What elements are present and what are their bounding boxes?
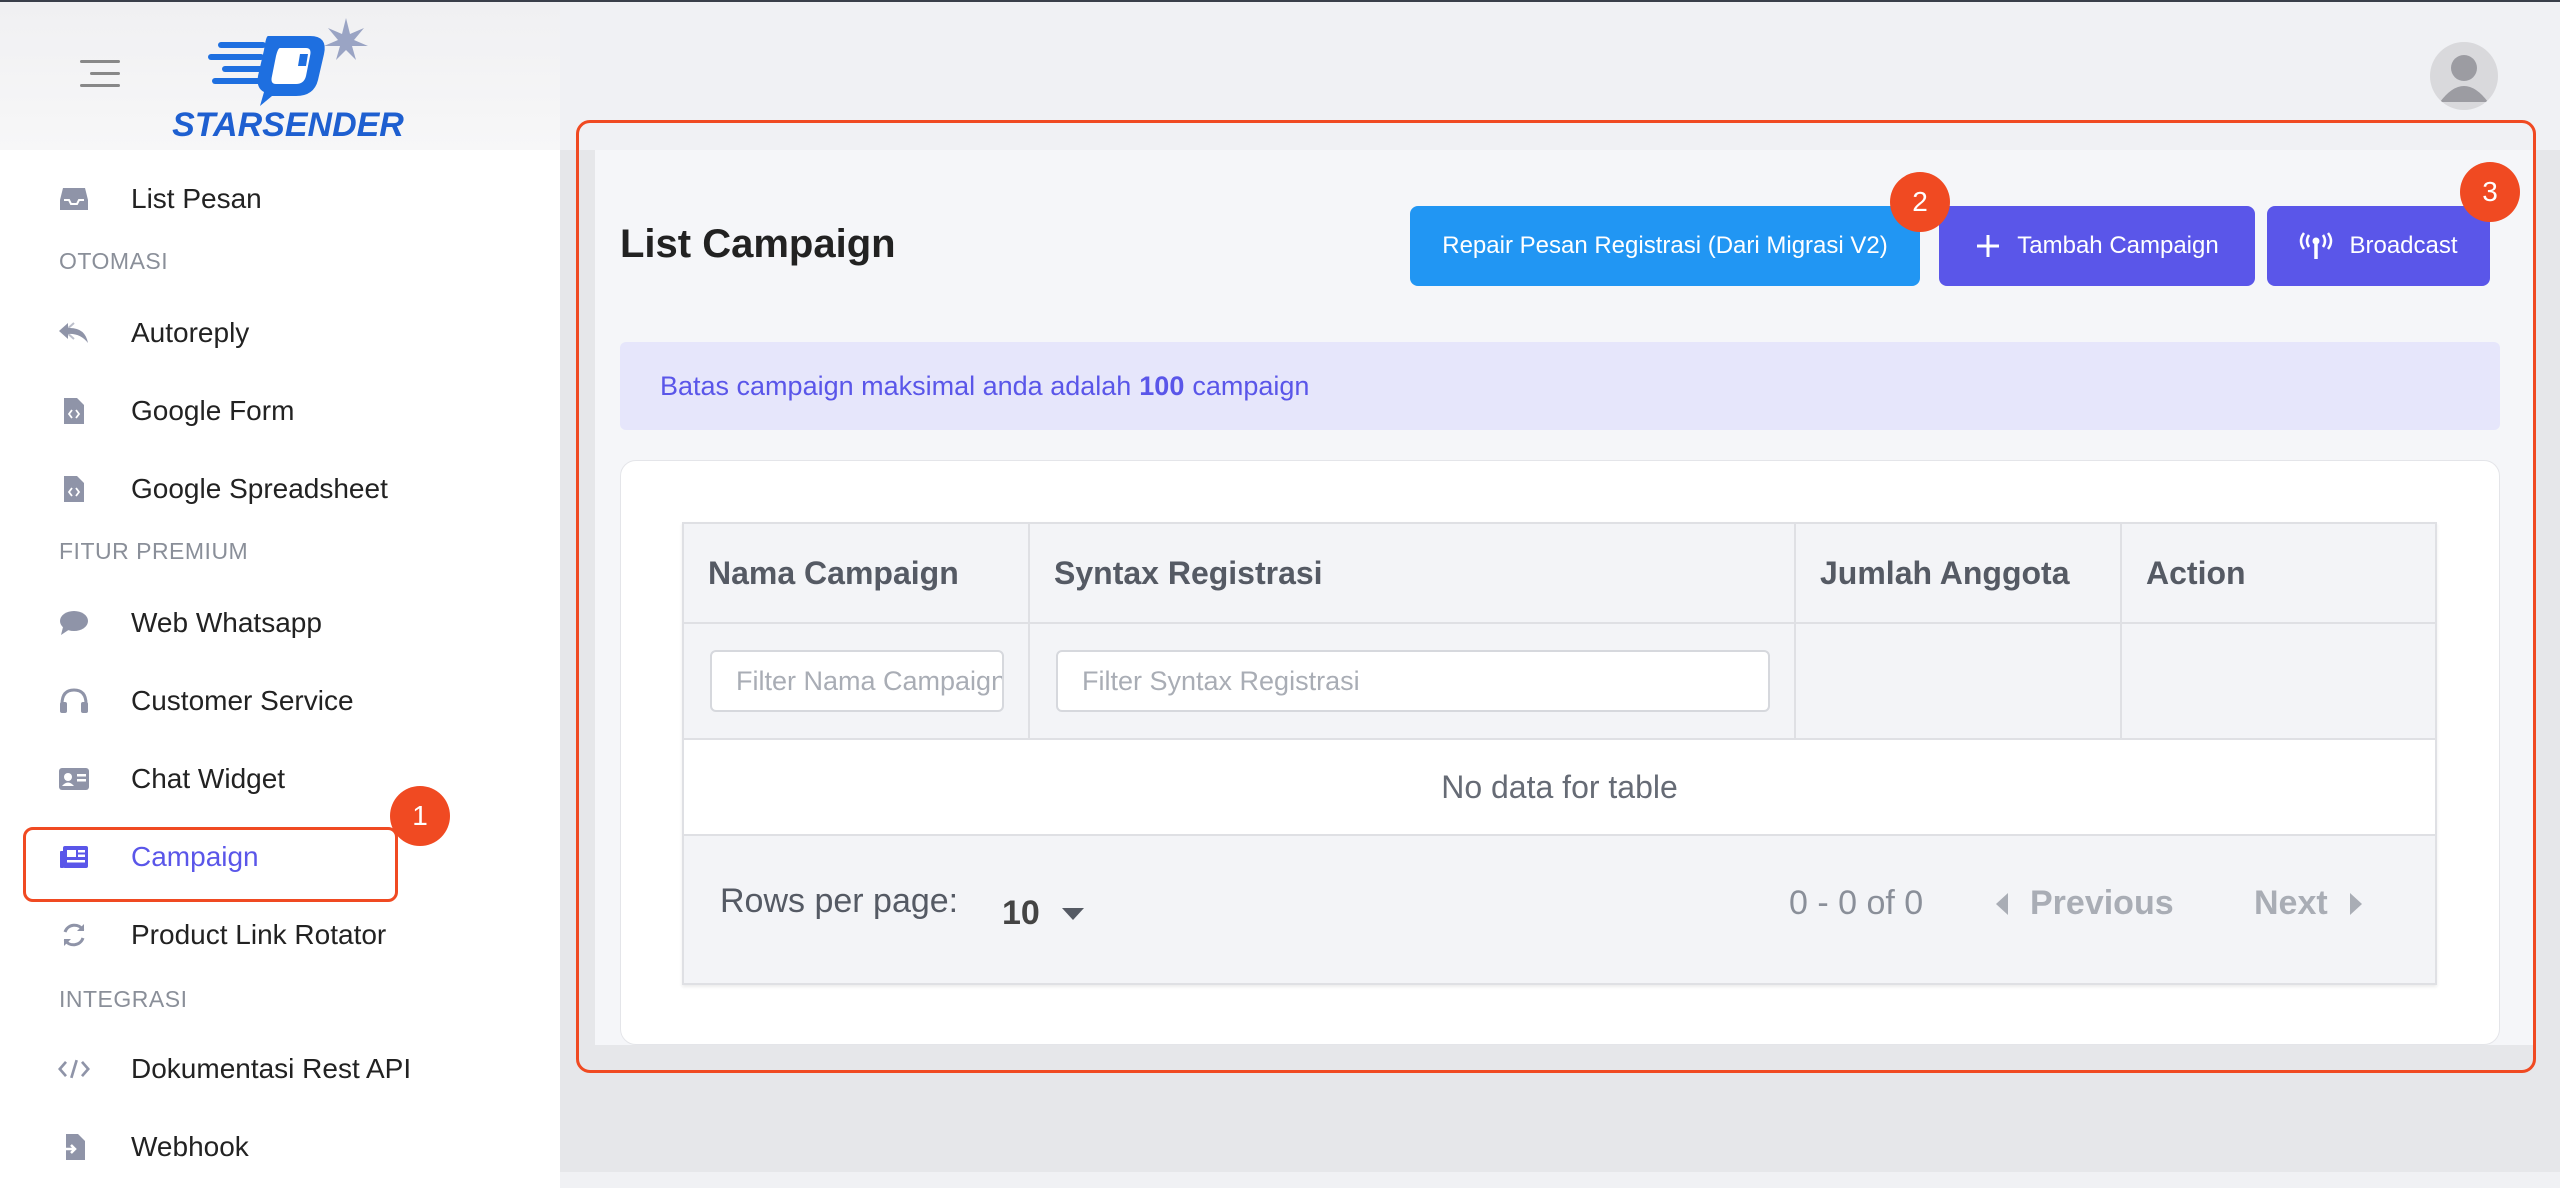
rows-per-page-value: 10 [1002,894,1040,932]
next-page-button[interactable]: Next [2254,884,2362,923]
filter-cell-syntax [1030,624,1796,740]
repair-pesan-button[interactable]: Repair Pesan Registrasi (Dari Migrasi V2… [1410,206,1920,286]
sidebar-item-google-spreadsheet[interactable]: Google Spreadsheet [0,450,560,528]
annotation-marker-1: 1 [390,786,450,846]
sidebar-item-label: Google Form [131,395,295,426]
repair-pesan-label: Repair Pesan Registrasi (Dari Migrasi V2… [1442,232,1888,259]
filter-cell-action [2122,624,2435,740]
user-avatar-icon[interactable] [2430,42,2498,110]
sidebar-section-otomasi: OTOMASI [59,248,169,274]
brand-name: STARSENDER [172,106,404,144]
inbox-icon [58,183,90,215]
headset-icon [58,685,90,717]
column-header-nama-campaign[interactable]: Nama Campaign [684,524,1030,624]
newspaper-icon [58,841,90,873]
sidebar-item-label: Webhook [131,1131,249,1162]
rows-per-page-label: Rows per page: [720,882,959,920]
chevron-right-icon [2349,892,2362,915]
sidebar-item-label: Web Whatsapp [131,607,322,638]
caret-down-icon [1061,907,1084,920]
sidebar-item-list-pesan[interactable]: List Pesan [0,160,560,238]
alert-suffix: campaign [1192,370,1310,401]
alert-value: 100 [1139,370,1185,401]
rows-per-page-select[interactable]: 10 [1002,894,1084,933]
campaign-limit-alert: Batas campaign maksimal anda adalah 100 … [620,342,2500,430]
plus-icon [1975,233,2001,259]
tambah-campaign-label: Tambah Campaign [2017,232,2219,259]
broadcast-button[interactable]: Broadcast [2267,206,2490,286]
sync-icon [58,919,90,951]
sidebar-section-integrasi: INTEGRASI [59,986,188,1012]
brand-bar: STARSENDER [0,2,560,150]
starsender-logo[interactable]: STARSENDER [160,14,420,144]
annotation-marker-3: 3 [2460,162,2520,222]
sidebar-item-label: List Pesan [131,183,262,214]
id-card-icon [58,763,90,795]
sidebar-section-fitur-premium: FITUR PREMIUM [59,538,249,564]
file-code-icon [58,395,90,427]
table-pagination: Rows per page: 10 0 - 0 of 0 Previous Ne… [684,840,2435,983]
sidebar-item-customer-service[interactable]: Customer Service [0,662,560,740]
previous-label: Previous [2030,884,2174,922]
chat-bubble-icon [58,607,90,639]
sidebar-item-label: Dokumentasi Rest API [131,1053,412,1084]
sidebar-item-dokumentasi-rest-api[interactable]: Dokumentasi Rest API [0,1030,560,1108]
chevron-left-icon [1996,892,2008,915]
column-header-jumlah-anggota[interactable]: Jumlah Anggota [1796,524,2122,624]
sidebar-item-label: Chat Widget [131,763,286,794]
next-label: Next [2254,884,2328,922]
sidebar-item-label: Campaign [131,841,259,872]
sidebar-item-product-link-rotator[interactable]: Product Link Rotator [0,896,560,974]
broadcast-label: Broadcast [2349,232,2458,259]
file-code-icon [58,473,90,505]
sidebar-item-chat-widget[interactable]: Chat Widget [0,740,560,818]
sidebar-item-label: Customer Service [131,685,354,716]
tambah-campaign-button[interactable]: Tambah Campaign [1939,206,2255,286]
filter-nama-campaign-input[interactable] [710,650,1004,712]
sidebar-item-autoreply[interactable]: Autoreply [0,294,560,372]
file-import-icon [58,1131,90,1163]
filter-syntax-registrasi-input[interactable] [1056,650,1770,712]
broadcast-tower-icon [2299,232,2333,260]
sidebar: STARSENDER List Pesan OTOMASI Autoreply … [0,2,560,1188]
annotation-marker-2: 2 [1890,172,1950,232]
sidebar-item-label: Google Spreadsheet [131,473,388,504]
previous-page-button[interactable]: Previous [1996,884,2174,923]
menu-toggle-icon[interactable] [80,60,120,90]
pagination-range: 0 - 0 of 0 [1789,884,1924,922]
column-header-syntax-registrasi[interactable]: Syntax Registrasi [1030,524,1796,624]
reply-all-icon [58,317,90,349]
sidebar-item-label: Product Link Rotator [131,919,387,950]
empty-table-message: No data for table [684,740,2435,836]
sidebar-item-campaign[interactable]: Campaign [0,818,560,896]
campaign-table: Nama Campaign Syntax Registrasi Jumlah A… [682,522,2437,985]
code-icon [58,1053,90,1085]
sidebar-item-label: Autoreply [131,317,250,348]
column-header-action: Action [2122,524,2435,624]
filter-cell-jumlah [1796,624,2122,740]
page-title: List Campaign [620,222,896,266]
alert-prefix: Batas campaign maksimal anda adalah [660,370,1132,401]
filter-cell-nama [684,624,1030,740]
sidebar-item-web-whatsapp[interactable]: Web Whatsapp [0,584,560,662]
sidebar-item-webhook[interactable]: Webhook [0,1108,560,1186]
sidebar-item-google-form[interactable]: Google Form [0,372,560,450]
